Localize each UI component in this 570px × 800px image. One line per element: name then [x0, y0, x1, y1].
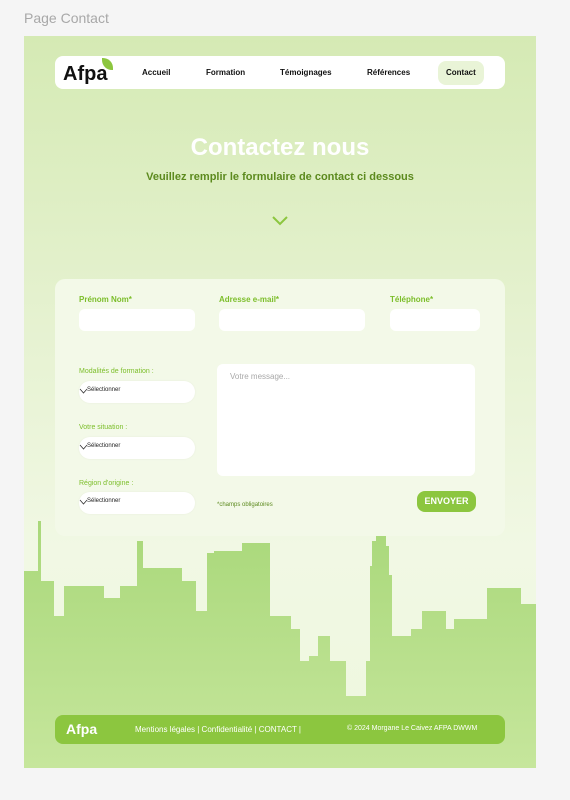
situation-select[interactable]: Sélectionner	[79, 437, 195, 459]
situation-label: Votre situation :	[79, 424, 128, 431]
modalites-select[interactable]: Sélectionner	[79, 381, 195, 403]
contact-form: Prénom Nom* Adresse e-mail* Téléphone* M…	[55, 279, 505, 536]
email-label: Adresse e-mail*	[219, 295, 280, 304]
region-label: Région d'origine :	[79, 480, 134, 487]
afpa-logo[interactable]: Afpa	[63, 58, 113, 85]
logo-text: Afpa	[63, 63, 108, 85]
modalites-value: Sélectionner	[87, 387, 121, 393]
page-title: Contactez nous	[190, 134, 370, 161]
region-value: Sélectionner	[87, 498, 121, 504]
page-subtitle: Veuillez remplir le formulaire de contac…	[146, 171, 414, 183]
nav-item-contact[interactable]: Contact	[438, 61, 484, 85]
nav-item-formation[interactable]: Formation	[206, 65, 245, 81]
name-field[interactable]	[79, 309, 195, 331]
top-navbar: Afpa Accueil Formation Témoignages Référ…	[55, 56, 505, 89]
footer-logo[interactable]: Afpa	[66, 721, 97, 737]
nav-item-accueil[interactable]: Accueil	[142, 65, 170, 81]
nav-item-temoignages[interactable]: Témoignages	[280, 65, 332, 81]
phone-label: Téléphone*	[390, 295, 434, 304]
send-button[interactable]: ENVOYER	[417, 491, 476, 512]
chevron-down-icon[interactable]	[272, 216, 288, 226]
situation-value: Sélectionner	[87, 443, 121, 449]
footer-links[interactable]: Mentions légales | Confidentialité | CON…	[135, 725, 301, 734]
footer: Afpa Mentions légales | Confidentialité …	[55, 715, 505, 744]
nav-item-references[interactable]: Références	[367, 65, 410, 81]
required-fields-note: *champs obligatoires	[217, 502, 273, 508]
name-label: Prénom Nom*	[79, 295, 132, 304]
phone-field[interactable]	[390, 309, 480, 331]
modalites-label: Modalités de formation :	[79, 368, 154, 375]
region-select[interactable]: Sélectionner	[79, 492, 195, 514]
frame-label: Page Contact	[24, 10, 109, 26]
email-field[interactable]	[219, 309, 365, 331]
message-textarea[interactable]: Votre message...	[217, 364, 475, 476]
message-placeholder: Votre message...	[230, 372, 291, 381]
contact-page: Afpa Accueil Formation Témoignages Référ…	[24, 36, 536, 768]
footer-copyright: © 2024 Morgane Le Caivez AFPA DWWM	[347, 725, 478, 732]
